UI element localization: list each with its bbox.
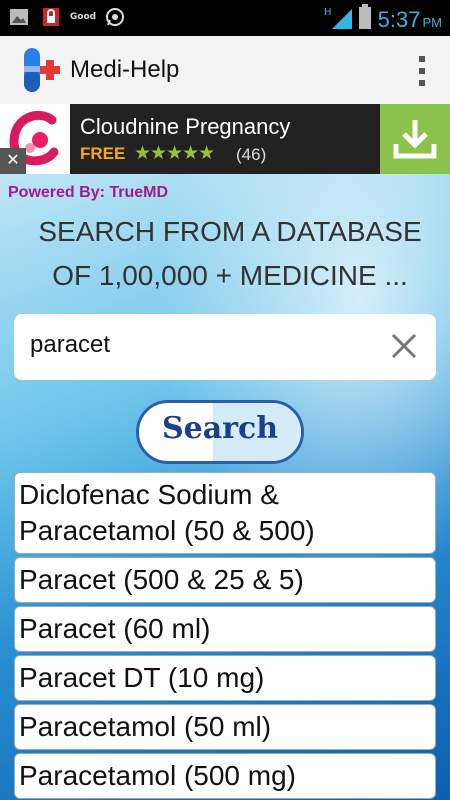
powered-by-label: Powered By: TrueMD xyxy=(8,184,169,201)
search-box xyxy=(14,314,436,380)
download-icon xyxy=(393,120,437,159)
app-title: Medi-Help xyxy=(70,56,180,83)
result-item[interactable]: Paracet (500 & 25 & 5) xyxy=(14,557,436,603)
signal-icon: H xyxy=(324,5,352,34)
close-icon xyxy=(391,333,417,359)
clock: 5:37 PM xyxy=(377,6,442,32)
search-button[interactable]: Search xyxy=(136,400,304,464)
search-input[interactable] xyxy=(28,330,382,360)
result-item[interactable]: Paracet (60 ml) xyxy=(14,606,436,652)
result-item[interactable]: Paracet DT (10 mg) xyxy=(14,655,436,701)
download-button[interactable] xyxy=(380,104,450,174)
system-status: H 5:37 PM xyxy=(324,4,442,35)
gallery-icon xyxy=(8,6,30,28)
ad-rating-stars: ★★★★★ xyxy=(134,143,215,164)
ad-price: FREE xyxy=(80,144,126,163)
action-bar: Medi-Help xyxy=(0,36,450,105)
clear-search-button[interactable] xyxy=(388,330,420,362)
notification-icons: Good xyxy=(8,6,126,28)
good-app-icon: Good xyxy=(69,12,97,22)
ad-title: Cloudnine Pregnancy xyxy=(80,114,291,139)
result-item[interactable]: Paracetamol (50 ml) xyxy=(14,704,436,750)
ad-banner[interactable]: Cloudnine Pregnancy FREE ★★★★★ (46) xyxy=(0,104,450,174)
search-button-label: Search xyxy=(161,411,279,446)
result-item[interactable]: Diclofenac Sodium & Paracetamol (50 & 50… xyxy=(14,472,436,554)
ad-rating-count: (46) xyxy=(236,145,267,164)
results-list: Diclofenac Sodium & Paracetamol (50 & 50… xyxy=(14,472,436,800)
ad-close-button[interactable]: ✕ xyxy=(0,148,26,174)
battery-icon xyxy=(358,4,372,35)
main-content: Powered By: TrueMD SEARCH FROM A DATABAS… xyxy=(0,174,450,800)
app-logo-icon xyxy=(16,46,62,94)
headline: SEARCH FROM A DATABASE OF 1,00,000 + MED… xyxy=(38,216,422,291)
overflow-menu-icon[interactable] xyxy=(418,56,426,86)
result-item[interactable]: Paracetamol (500 mg) xyxy=(14,753,436,799)
status-bar: Good H 5:37 PM xyxy=(0,0,450,36)
svg-text:H: H xyxy=(324,7,332,18)
whatsapp-icon xyxy=(104,6,126,28)
lock-icon xyxy=(40,6,62,28)
